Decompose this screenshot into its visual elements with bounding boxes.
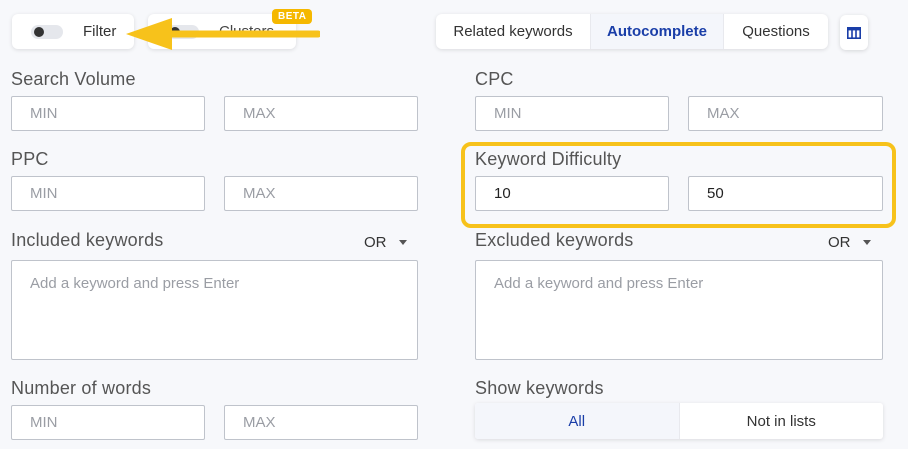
- search-volume-label: Search Volume: [11, 69, 136, 89]
- chevron-down-icon: [398, 240, 407, 245]
- arrow-annotation-icon: [126, 18, 320, 50]
- search-volume-max-input[interactable]: [224, 96, 418, 131]
- cpc-label: CPC: [475, 69, 514, 89]
- columns-icon: [847, 26, 861, 39]
- tab-questions[interactable]: Questions: [724, 14, 828, 49]
- ppc-max-input[interactable]: [224, 176, 418, 211]
- included-operator-value: OR: [364, 234, 387, 251]
- keyword-difficulty-min-input[interactable]: [475, 176, 669, 211]
- excluded-keywords-label: Excluded keywords: [475, 230, 634, 250]
- show-keywords-all-option[interactable]: All: [475, 403, 680, 439]
- show-keywords-not-in-lists-option[interactable]: Not in lists: [680, 403, 884, 439]
- view-tabs: Related keywords Autocomplete Questions: [436, 14, 828, 49]
- filter-switch-icon: [31, 24, 63, 39]
- ppc-label: PPC: [11, 149, 49, 169]
- ppc-min-input[interactable]: [11, 176, 205, 211]
- cpc-max-input[interactable]: [688, 96, 883, 131]
- number-of-words-min-input[interactable]: [11, 405, 205, 440]
- excluded-keywords-input[interactable]: [475, 260, 883, 360]
- keyword-filter-panel: Filter Clusters BETA Related keywords Au…: [0, 0, 908, 449]
- tab-label: Questions: [742, 23, 810, 40]
- columns-button[interactable]: [840, 15, 868, 50]
- cpc-min-input[interactable]: [475, 96, 669, 131]
- included-keywords-input[interactable]: [11, 260, 418, 360]
- included-operator-select[interactable]: OR: [364, 234, 407, 251]
- tab-label: Related keywords: [453, 23, 573, 40]
- filter-toggle-label: Filter: [83, 23, 117, 40]
- search-volume-min-input[interactable]: [11, 96, 205, 131]
- number-of-words-label: Number of words: [11, 378, 152, 398]
- tab-autocomplete[interactable]: Autocomplete: [591, 14, 724, 49]
- keyword-difficulty-label: Keyword Difficulty: [475, 149, 622, 169]
- show-keywords-toggle: All Not in lists: [475, 403, 883, 439]
- number-of-words-max-input[interactable]: [224, 405, 418, 440]
- chevron-down-icon: [862, 240, 871, 245]
- show-keywords-label: Show keywords: [475, 378, 604, 398]
- tab-label: Autocomplete: [606, 23, 707, 40]
- filter-toggle-button[interactable]: Filter: [12, 14, 134, 49]
- included-keywords-label: Included keywords: [11, 230, 164, 250]
- excluded-operator-select[interactable]: OR: [828, 234, 871, 251]
- excluded-operator-value: OR: [828, 234, 851, 251]
- keyword-difficulty-max-input[interactable]: [688, 176, 883, 211]
- tab-related-keywords[interactable]: Related keywords: [436, 14, 591, 49]
